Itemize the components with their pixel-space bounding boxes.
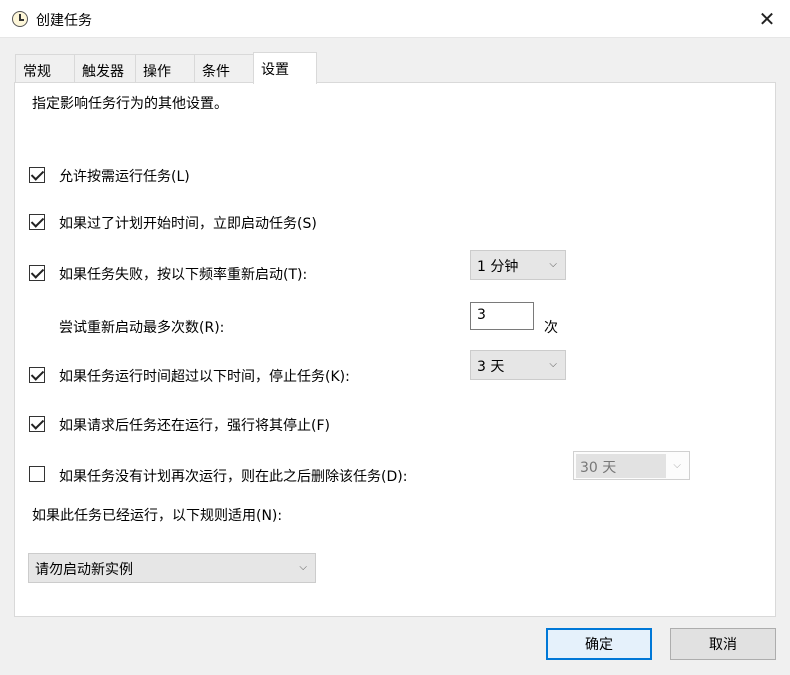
run-asap-checkbox[interactable] — [29, 214, 45, 230]
delete-if-not-scheduled-checkbox[interactable] — [29, 466, 45, 482]
chevron-down-icon: ⌵ — [549, 359, 557, 370]
restart-on-fail-label[interactable]: 如果任务失败，按以下频率重新启动(T): — [59, 264, 307, 284]
close-icon: ✕ — [758, 7, 776, 31]
retry-attempts-unit: 次 — [544, 320, 558, 336]
tab-triggers[interactable]: 触发器 — [74, 54, 136, 83]
restart-on-fail-checkbox[interactable] — [29, 265, 45, 281]
tab-general[interactable]: 常规 — [15, 54, 75, 83]
settings-description: 指定影响任务行为的其他设置。 — [32, 96, 228, 112]
running-rule-label: 如果此任务已经运行，以下规则适用(N): — [32, 508, 283, 524]
window-title: 创建任务 — [36, 13, 92, 29]
chevron-down-icon: ⌵ — [549, 259, 557, 270]
delete-after-select[interactable]: 30 天 ⌵ — [573, 451, 690, 480]
running-rule-select[interactable]: 请勿启动新实例 ⌵ — [28, 553, 316, 583]
retry-attempts-label: 尝试重新启动最多次数(R): — [59, 320, 225, 336]
allow-on-demand-label[interactable]: 允许按需运行任务(L) — [59, 166, 190, 186]
run-asap-label[interactable]: 如果过了计划开始时间，立即启动任务(S) — [59, 213, 317, 233]
delete-if-not-scheduled-label[interactable]: 如果任务没有计划再次运行，则在此之后删除该任务(D): — [59, 466, 407, 486]
tab-conditions[interactable]: 条件 — [194, 54, 254, 83]
force-stop-checkbox[interactable] — [29, 416, 45, 432]
allow-on-demand-checkbox[interactable] — [29, 167, 45, 183]
restart-interval-value: 1 分钟 — [477, 259, 519, 275]
title-bar: 创建任务 ✕ — [0, 0, 790, 38]
delete-after-value: 30 天 — [580, 460, 617, 476]
tab-settings[interactable]: 设置 — [253, 52, 317, 84]
chevron-down-icon: ⌵ — [299, 562, 307, 573]
cancel-button[interactable]: 取消 — [670, 628, 776, 660]
retry-attempts-input[interactable]: 3 — [470, 302, 534, 330]
tab-actions[interactable]: 操作 — [135, 54, 195, 83]
running-rule-value: 请勿启动新实例 — [35, 562, 133, 578]
stop-duration-value: 3 天 — [477, 359, 505, 375]
chevron-down-icon: ⌵ — [673, 460, 681, 471]
close-button[interactable]: ✕ — [744, 0, 790, 38]
settings-panel — [14, 82, 776, 617]
task-scheduler-icon — [12, 11, 28, 27]
restart-interval-select[interactable]: 1 分钟 ⌵ — [470, 250, 566, 280]
stop-duration-select[interactable]: 3 天 ⌵ — [470, 350, 566, 380]
force-stop-label[interactable]: 如果请求后任务还在运行，强行将其停止(F) — [59, 415, 330, 435]
tab-strip: 常规 触发器 操作 条件 设置 — [0, 52, 790, 84]
stop-if-longer-label[interactable]: 如果任务运行时间超过以下时间，停止任务(K): — [59, 366, 350, 386]
stop-if-longer-checkbox[interactable] — [29, 367, 45, 383]
ok-button[interactable]: 确定 — [546, 628, 652, 660]
